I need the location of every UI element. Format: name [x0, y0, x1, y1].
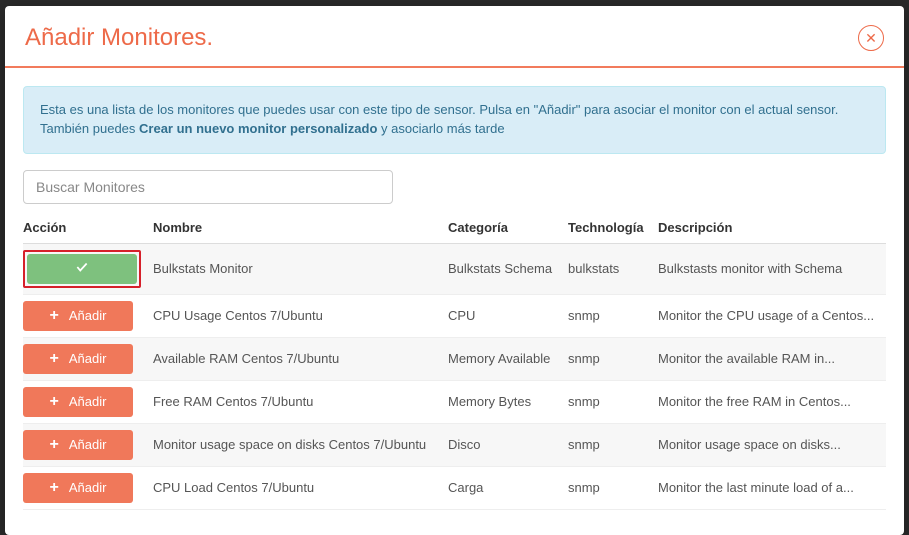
modal-header: Añadir Monitores. ✕	[5, 6, 904, 68]
info-line-2-pre: También puedes	[40, 121, 139, 136]
cell-action: + Añadir	[23, 380, 153, 423]
add-button[interactable]: + Añadir	[23, 473, 133, 503]
plus-icon: +	[50, 480, 59, 496]
plus-icon: +	[50, 351, 59, 367]
th-name: Nombre	[153, 212, 448, 244]
plus-icon: +	[50, 308, 59, 324]
info-line-1: Esta es una lista de los monitores que p…	[40, 101, 869, 120]
plus-icon: +	[50, 437, 59, 453]
monitors-table: Acción Nombre Categoría Technología Desc…	[23, 212, 886, 510]
search-wrap	[23, 170, 886, 204]
added-highlight	[23, 250, 141, 288]
table-row: + Añadir Free RAM Centos 7/UbuntuMemory By…	[23, 380, 886, 423]
modal-title: Añadir Monitores.	[25, 24, 213, 52]
add-button-label: Añadir	[69, 394, 107, 409]
add-button-label: Añadir	[69, 351, 107, 366]
cell-technology: snmp	[568, 294, 658, 337]
th-technology: Technología	[568, 212, 658, 244]
table-row: Bulkstats MonitorBulkstats Schemabulksta…	[23, 243, 886, 294]
add-button[interactable]: + Añadir	[23, 301, 133, 331]
cell-name: Free RAM Centos 7/Ubuntu	[153, 380, 448, 423]
add-monitors-modal: Añadir Monitores. ✕ Esta es una lista de…	[5, 6, 904, 535]
cell-action: + Añadir	[23, 466, 153, 509]
info-line-2-post: y asociarlo más tarde	[377, 121, 504, 136]
th-category: Categoría	[448, 212, 568, 244]
cell-category: Bulkstats Schema	[448, 243, 568, 294]
cell-technology: snmp	[568, 423, 658, 466]
cell-description: Monitor the free RAM in Centos...	[658, 380, 886, 423]
close-button[interactable]: ✕	[858, 25, 884, 51]
cell-technology: snmp	[568, 337, 658, 380]
modal-body: Esta es una lista de los monitores que p…	[5, 68, 904, 535]
add-button[interactable]: + Añadir	[23, 387, 133, 417]
create-custom-monitor-link[interactable]: Crear un nuevo monitor personalizado	[139, 121, 377, 136]
cell-description: Monitor the CPU usage of a Centos...	[658, 294, 886, 337]
cell-category: CPU	[448, 294, 568, 337]
cell-name: CPU Usage Centos 7/Ubuntu	[153, 294, 448, 337]
cell-name: Bulkstats Monitor	[153, 243, 448, 294]
table-row: + Añadir CPU Load Centos 7/UbuntuCargasnmp…	[23, 466, 886, 509]
cell-name: Available RAM Centos 7/Ubuntu	[153, 337, 448, 380]
cell-action	[23, 243, 153, 294]
table-row: + Añadir CPU Usage Centos 7/UbuntuCPUsnmpM…	[23, 294, 886, 337]
cell-description: Bulkstasts monitor with Schema	[658, 243, 886, 294]
cell-technology: snmp	[568, 380, 658, 423]
cell-description: Monitor the available RAM in...	[658, 337, 886, 380]
cell-category: Disco	[448, 423, 568, 466]
th-action: Acción	[23, 212, 153, 244]
table-row: + Añadir Monitor usage space on disks Cent…	[23, 423, 886, 466]
cell-action: + Añadir	[23, 294, 153, 337]
table-row: + Añadir Available RAM Centos 7/UbuntuMemo…	[23, 337, 886, 380]
add-button-label: Añadir	[69, 480, 107, 495]
add-button-label: Añadir	[69, 437, 107, 452]
add-button[interactable]: + Añadir	[23, 430, 133, 460]
cell-category: Memory Bytes	[448, 380, 568, 423]
close-icon: ✕	[865, 31, 877, 45]
cell-technology: snmp	[568, 466, 658, 509]
added-button[interactable]	[27, 254, 137, 284]
add-button-label: Añadir	[69, 308, 107, 323]
cell-description: Monitor usage space on disks...	[658, 423, 886, 466]
cell-category: Carga	[448, 466, 568, 509]
cell-name: Monitor usage space on disks Centos 7/Ub…	[153, 423, 448, 466]
add-button[interactable]: + Añadir	[23, 344, 133, 374]
info-line-2: También puedes Crear un nuevo monitor pe…	[40, 120, 869, 139]
cell-technology: bulkstats	[568, 243, 658, 294]
cell-description: Monitor the last minute load of a...	[658, 466, 886, 509]
check-icon	[75, 260, 89, 277]
plus-icon: +	[50, 394, 59, 410]
info-alert: Esta es una lista de los monitores que p…	[23, 86, 886, 154]
cell-category: Memory Available	[448, 337, 568, 380]
th-description: Descripción	[658, 212, 886, 244]
search-input[interactable]	[23, 170, 393, 204]
cell-name: CPU Load Centos 7/Ubuntu	[153, 466, 448, 509]
cell-action: + Añadir	[23, 337, 153, 380]
cell-action: + Añadir	[23, 423, 153, 466]
